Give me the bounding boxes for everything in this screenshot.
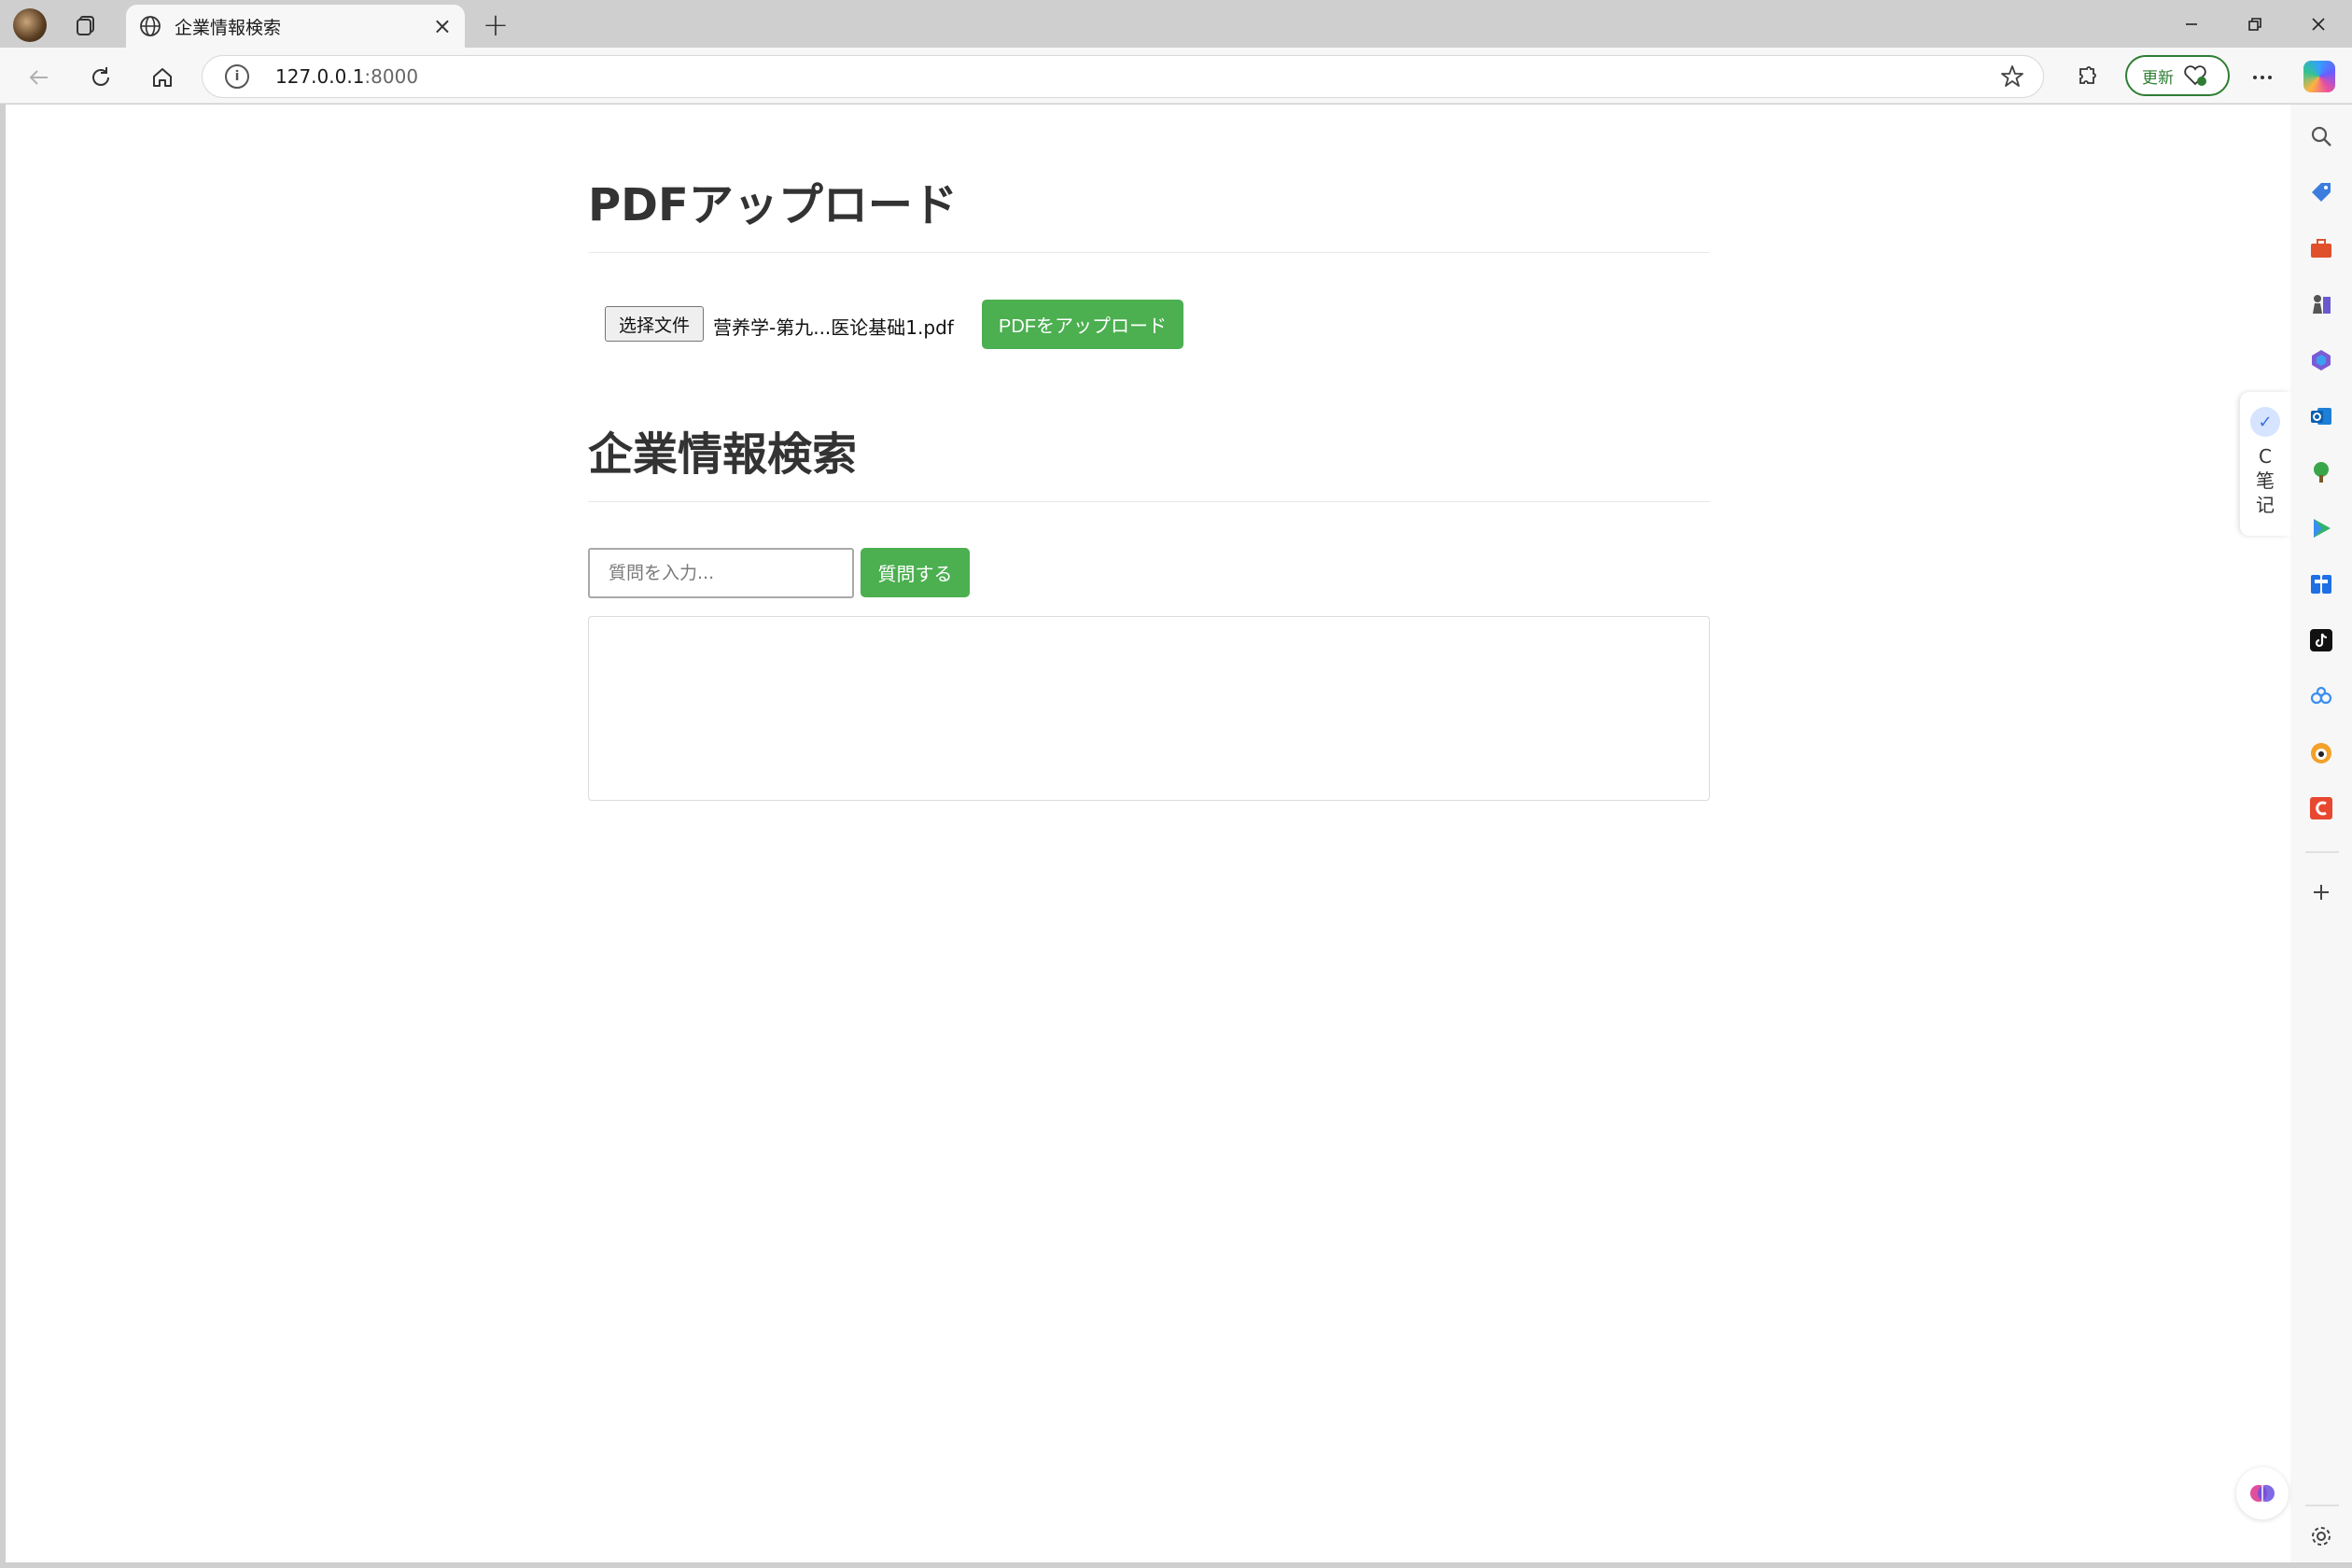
heart-update-icon [2184, 65, 2206, 86]
globe-icon [140, 16, 161, 36]
back-icon[interactable] [21, 59, 58, 96]
profile-avatar[interactable] [13, 8, 47, 42]
update-label: 更新 [2142, 68, 2174, 88]
browser-toolbar: i 127.0.0.1:8000 更新 [0, 48, 2352, 104]
active-tab[interactable]: 企業情報検索 × [126, 5, 465, 48]
question-input[interactable] [588, 548, 854, 598]
minimize-icon[interactable] [2160, 0, 2223, 48]
add-icon[interactable] [2308, 879, 2334, 905]
address-bar[interactable]: i 127.0.0.1:8000 [202, 55, 2044, 98]
m365-icon[interactable] [2308, 347, 2334, 373]
restore-icon[interactable] [2223, 0, 2287, 48]
tab-actions-icon[interactable] [69, 8, 103, 42]
link-icon[interactable] [2308, 683, 2334, 709]
window-bottom-border [0, 1562, 2352, 1568]
main-container: PDFアップロード 选择文件 营养学-第九...医论基础1.pdf PDFをアッ… [588, 105, 1710, 801]
extensions-icon[interactable] [2068, 59, 2106, 96]
tag-icon[interactable] [2308, 179, 2334, 205]
selected-file-name: 营养学-第九...医论基础1.pdf [713, 316, 954, 339]
settings-icon[interactable] [2308, 1523, 2334, 1549]
url-text[interactable]: 127.0.0.1:8000 [275, 65, 418, 88]
tiktok-icon[interactable] [2308, 627, 2334, 653]
upload-pdf-button[interactable]: PDFをアップロード [982, 300, 1183, 349]
note-side-tab[interactable]: ✓ C笔记 [2240, 392, 2290, 536]
note-label: C笔记 [2256, 445, 2275, 516]
edge-sidebar [2290, 105, 2352, 1568]
search-icon[interactable] [2308, 123, 2334, 149]
sidebar-divider [2305, 851, 2339, 853]
site-info-icon[interactable]: i [225, 64, 249, 89]
brain-assistant-icon[interactable] [2236, 1467, 2289, 1519]
update-button[interactable]: 更新 [2125, 55, 2230, 96]
new-tab-icon[interactable]: + [478, 7, 513, 44]
upload-heading: PDFアップロード [588, 168, 1710, 253]
refresh-icon[interactable] [82, 59, 119, 96]
play-icon[interactable] [2308, 515, 2334, 541]
page-viewport: PDFアップロード 选择文件 营养学-第九...医论基础1.pdf PDFをアッ… [6, 105, 2290, 1562]
favorite-star-icon[interactable] [2000, 64, 2024, 95]
game-icon[interactable] [2308, 739, 2334, 765]
toolbox-icon[interactable] [2308, 235, 2334, 261]
home-icon[interactable] [144, 59, 181, 96]
note-icon: ✓ [2250, 407, 2280, 437]
translate-icon[interactable] [2308, 571, 2334, 597]
tab-strip: 企業情報検索 × + [0, 0, 2352, 48]
upload-form: 选择文件 营养学-第九...医论基础1.pdf PDFをアップロード [588, 253, 1710, 354]
c-icon[interactable] [2308, 795, 2334, 821]
answer-result-box [588, 616, 1710, 801]
tree-icon[interactable] [2308, 459, 2334, 485]
close-tab-icon[interactable]: × [433, 15, 452, 37]
query-form: 質問する [588, 502, 1710, 605]
search-heading: 企業情報検索 [588, 417, 1710, 502]
close-window-icon[interactable] [2287, 0, 2350, 48]
sidebar-divider-bottom [2305, 1505, 2339, 1506]
browser-window: 企業情報検索 × + i 127.0.0.1:8000 更新 PDFアップロード… [0, 0, 2352, 1568]
outlook-icon[interactable] [2308, 403, 2334, 429]
search-section: 企業情報検索 質問する [588, 417, 1710, 605]
choose-file-button[interactable]: 选择文件 [605, 306, 704, 342]
more-menu-icon[interactable] [2244, 59, 2281, 96]
chess-icon[interactable] [2308, 291, 2334, 317]
tab-title: 企業情報検索 [175, 17, 282, 38]
ask-button[interactable]: 質問する [861, 548, 970, 597]
copilot-icon[interactable] [2303, 61, 2335, 92]
